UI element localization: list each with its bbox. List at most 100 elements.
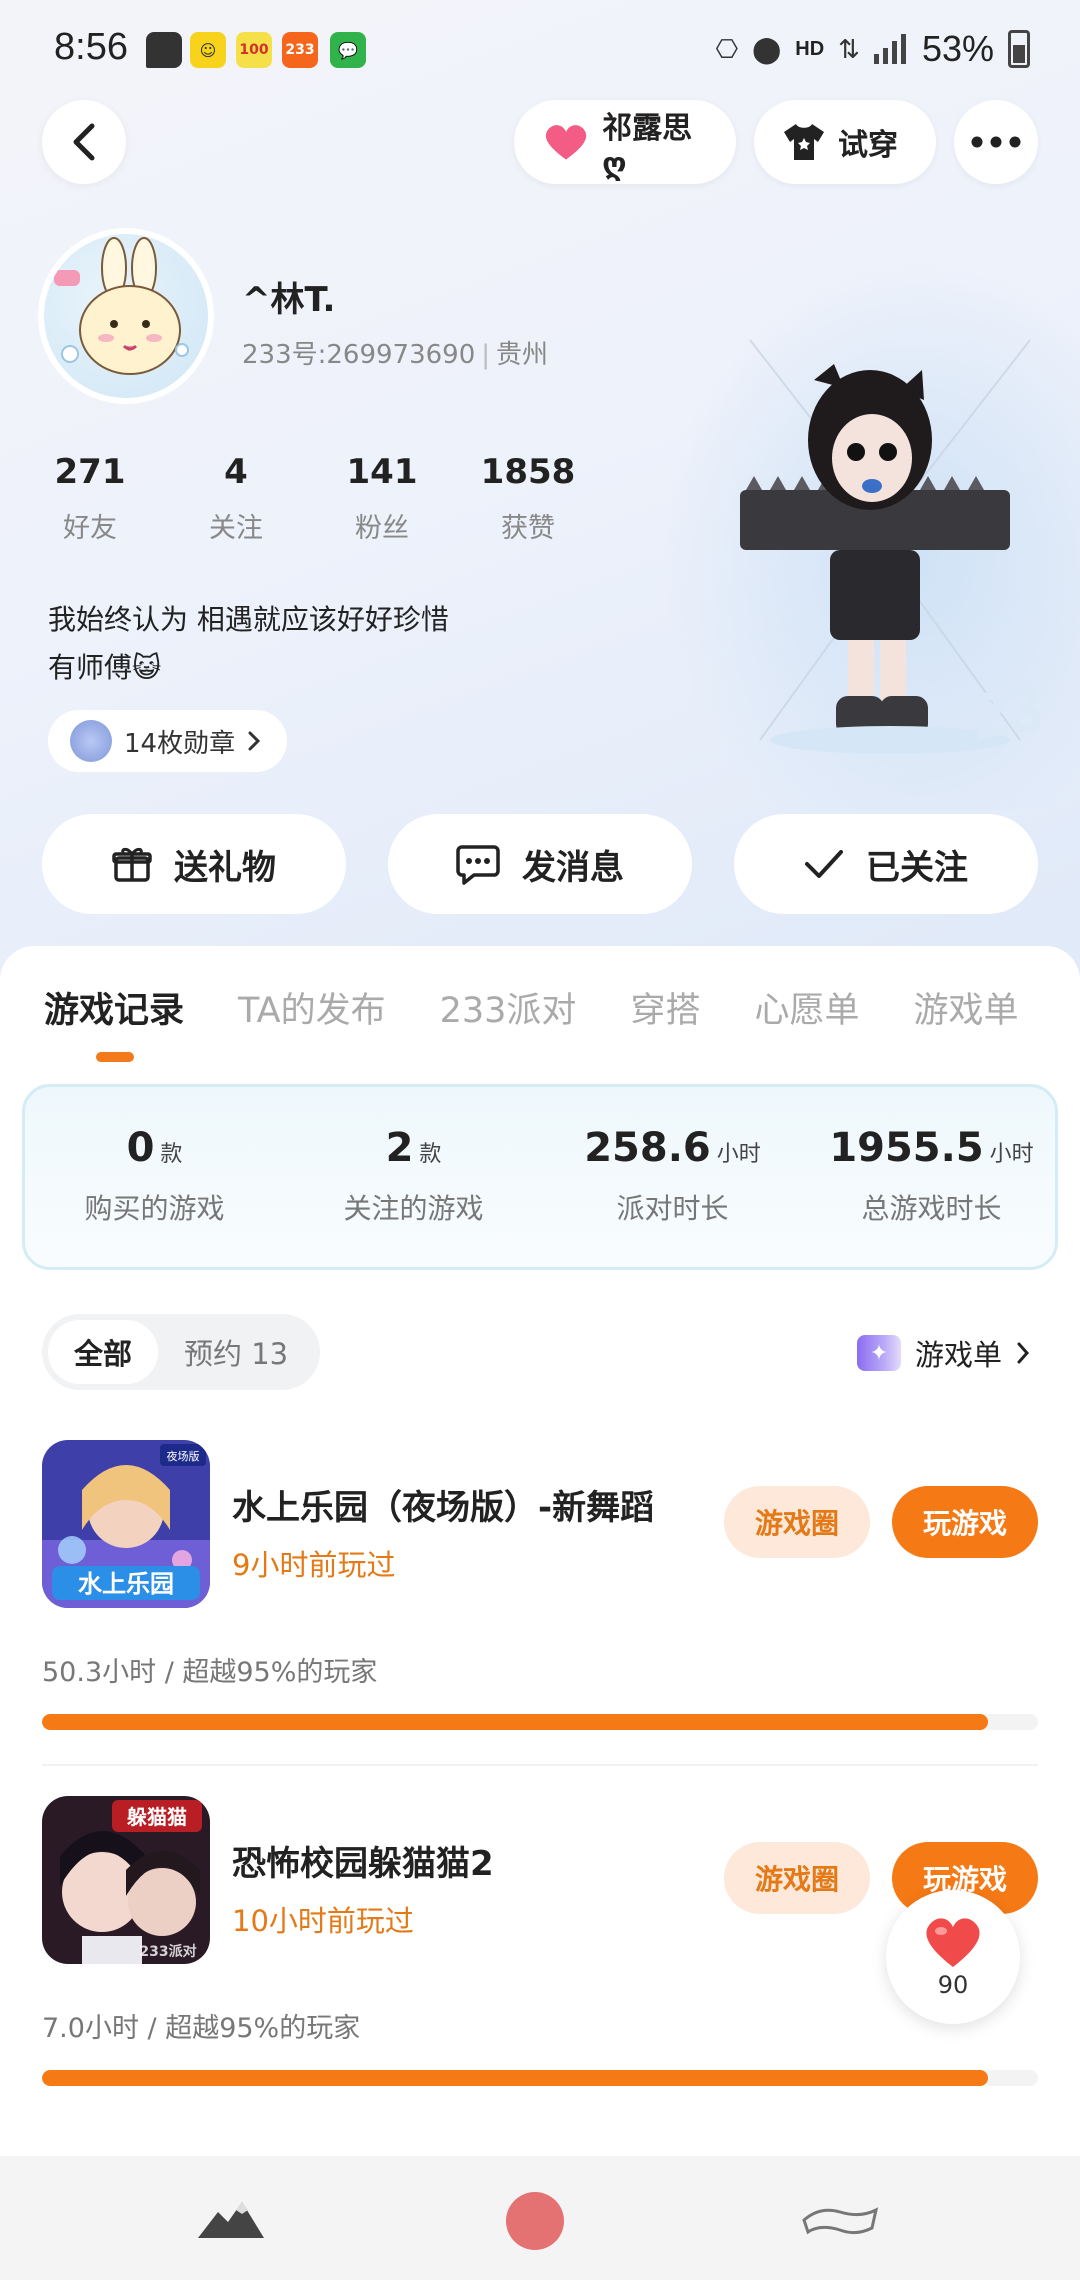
user-location: 贵州 [496, 340, 549, 370]
tab-outfits[interactable]: 穿搭 [630, 982, 700, 1033]
stat-label: 获赞 [501, 513, 555, 544]
battery-percent: 53% [921, 28, 994, 69]
send-gift-label: 送礼物 [174, 847, 276, 888]
stat-number: 4 [224, 452, 248, 492]
bio-line: 我始终认为 相遇就应该好好珍惜 [48, 603, 449, 636]
summary-unit: 款 [419, 1142, 442, 1167]
game-list-link[interactable]: ✦ 游戏单 [856, 1332, 1030, 1374]
summary-desc: 购买的游戏 [84, 1192, 225, 1225]
summary-value: 258.6 [584, 1125, 711, 1171]
app-icon-100: 100 [236, 32, 272, 68]
status-bar: 8:56 ☺ 100 233 💬 ⎔ ⬤ HD ⇅ 53% [0, 0, 1080, 100]
summary-unit: 小时 [989, 1142, 1034, 1167]
filter-segment: 全部 预约 13 [42, 1314, 321, 1390]
playtime-progress-bar [42, 1714, 1038, 1730]
following-button[interactable]: 已关注 [734, 814, 1038, 914]
chevron-right-icon [1017, 1342, 1030, 1364]
partner-button[interactable]: 祁露思ღ [514, 100, 736, 184]
more-dots-icon [971, 136, 1021, 148]
game-summary-card: 0款 购买的游戏 2款 关注的游戏 258.6 小时 派对时长 1955.5 小时 … [22, 1084, 1058, 1270]
game-list-label: 游戏单 [914, 1338, 1002, 1372]
gift-icon [112, 847, 152, 882]
filter-all[interactable]: 全部 [48, 1320, 159, 1384]
stat-friends[interactable]: 271 好友 [20, 452, 160, 545]
summary-value: 1955.5 [829, 1125, 984, 1171]
back-gesture-icon[interactable] [800, 2200, 880, 2240]
heart-icon [545, 125, 587, 160]
game-title: 恐怖校园躲猫猫2 [232, 1844, 494, 1884]
summary-total-time[interactable]: 1955.5 小时 总游戏时长 [802, 1125, 1061, 1227]
game-last-played: 10小时前玩过 [232, 1904, 414, 1938]
game-last-played: 9小时前玩过 [232, 1548, 396, 1582]
stat-fans[interactable]: 141 粉丝 [312, 452, 452, 545]
playtime-progress-bar [42, 2070, 1038, 2086]
summary-followed[interactable]: 2款 关注的游戏 [284, 1125, 543, 1227]
partner-label: 祁露思ღ [602, 110, 693, 182]
tab-game-list[interactable]: 游戏单 [913, 982, 1018, 1033]
tab-233-party[interactable]: 233派对 [440, 982, 577, 1033]
hd-label: HD [795, 37, 825, 60]
like-count: 90 [937, 1971, 969, 1999]
sparkle-icon: ✦ [856, 1335, 901, 1371]
chevron-right-icon [248, 731, 261, 751]
tab-game-records[interactable]: 游戏记录 [44, 982, 184, 1033]
play-game-button[interactable]: 玩游戏 [892, 1486, 1038, 1558]
message-icon [146, 32, 182, 68]
game-icon-text: 躲猫猫 [127, 1805, 187, 1829]
game-playtime-stat: 50.3小时 / 超越95%的玩家 [42, 1657, 378, 1688]
summary-purchased[interactable]: 0款 购买的游戏 [25, 1125, 284, 1227]
status-right: ⎔ ⬤ HD ⇅ 53% [715, 28, 1030, 70]
stat-label: 粉丝 [355, 513, 409, 544]
game-row[interactable]: 水上乐园 夜场版 水上乐园（夜场版）-新舞蹈 9小时前玩过 游戏圈 玩游戏 50… [0, 1440, 1080, 1780]
stat-number: 271 [54, 452, 126, 492]
summary-desc: 总游戏时长 [861, 1192, 1002, 1225]
game-playtime-stat: 7.0小时 / 超越95%的玩家 [42, 2013, 361, 2044]
send-message-button[interactable]: 发消息 [388, 814, 692, 914]
send-message-label: 发消息 [522, 847, 624, 888]
floating-like-button[interactable]: 90 [886, 1890, 1020, 2024]
more-button[interactable] [954, 100, 1038, 184]
user-id-line: 233号:269973690 | 贵州 [242, 340, 549, 370]
heart-icon [926, 1918, 980, 1967]
avatar-image [44, 234, 208, 398]
stat-following[interactable]: 4 关注 [166, 452, 306, 545]
signal-icon [873, 34, 906, 64]
tab-posts[interactable]: TA的发布 [238, 982, 386, 1033]
mountain-icon[interactable] [196, 2198, 266, 2242]
summary-party-time[interactable]: 258.6 小时 派对时长 [543, 1125, 802, 1227]
stat-number: 1858 [480, 452, 576, 492]
chevron-left-icon [73, 123, 95, 161]
game-circle-button[interactable]: 游戏圈 [724, 1486, 870, 1558]
bottom-nav-bar [0, 2156, 1080, 2280]
back-button[interactable] [42, 100, 126, 184]
data-arrows-icon: ⇅ [838, 33, 860, 64]
badges-label: 14枚勋章 [124, 728, 236, 759]
chat-bubble-icon [456, 845, 500, 885]
bio-line: 有师傅😺 [48, 651, 162, 684]
avatar-character-image[interactable]: 233 [740, 320, 1040, 760]
home-circle-icon[interactable] [504, 2190, 566, 2252]
tryon-button[interactable]: 试穿 [754, 100, 936, 184]
username: ^林T. [242, 280, 336, 320]
progress-fill [42, 2070, 989, 2086]
stat-label: 关注 [209, 513, 263, 544]
app-icon-yellow: ☺ [190, 32, 226, 68]
tab-bar: 游戏记录 TA的发布 233派对 穿搭 心愿单 游戏单 [44, 982, 1072, 1033]
badges-button[interactable]: 14枚勋章 [48, 710, 288, 772]
avatar[interactable] [38, 228, 214, 404]
summary-value: 2 [385, 1125, 414, 1171]
game-icon-text: 水上乐园 [78, 1570, 174, 1598]
stat-likes[interactable]: 1858 获赞 [458, 452, 598, 545]
tab-wishlist[interactable]: 心愿单 [754, 982, 859, 1033]
filter-reserved[interactable]: 预约 13 [158, 1320, 314, 1384]
game-icon-tag: 233派对 [139, 1943, 196, 1960]
send-gift-button[interactable]: 送礼物 [42, 814, 346, 914]
game-icon: 躲猫猫 233派对 [42, 1796, 210, 1964]
stat-label: 好友 [63, 513, 117, 544]
game-icon-tag: 夜场版 [167, 1449, 200, 1463]
game-icon: 水上乐园 夜场版 [42, 1440, 210, 1608]
svg-text:233: 233 [966, 664, 1040, 753]
game-title: 水上乐园（夜场版）-新舞蹈 [232, 1488, 655, 1528]
game-circle-button[interactable]: 游戏圈 [724, 1842, 870, 1914]
battery-icon [1008, 30, 1030, 68]
